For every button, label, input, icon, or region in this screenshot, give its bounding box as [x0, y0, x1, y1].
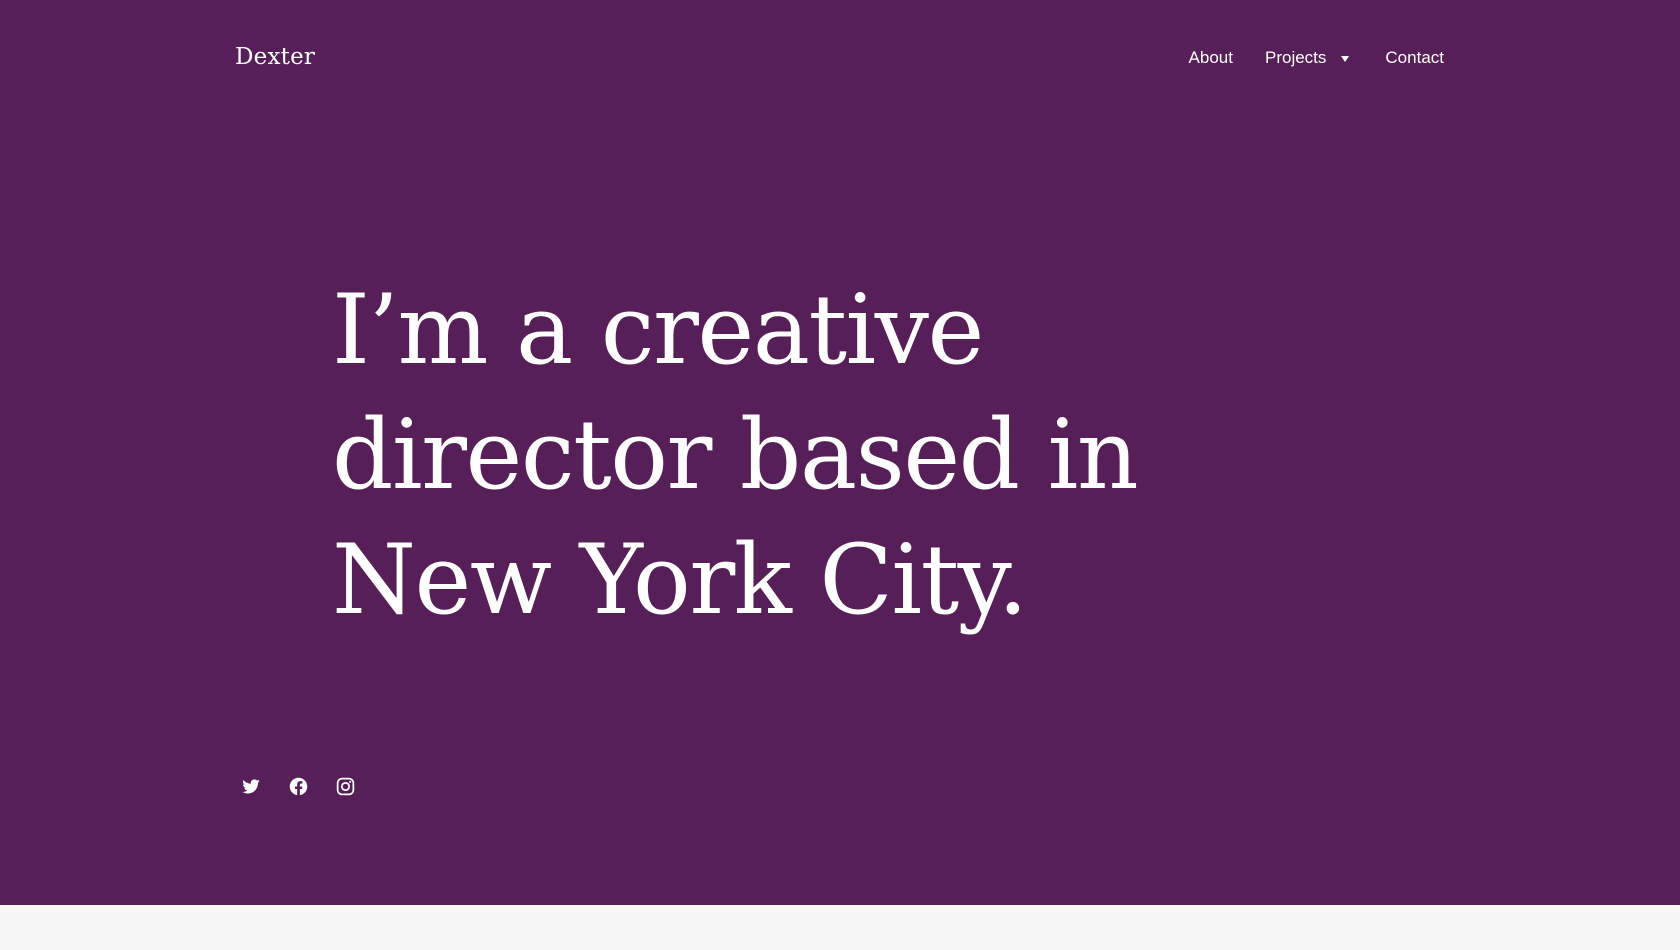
hero-headline: I’m a creative director based in New Yor… — [332, 268, 1232, 643]
nav-projects-label[interactable]: Projects — [1265, 48, 1326, 68]
headline-line: New York City. — [332, 524, 1028, 636]
social-links — [240, 775, 381, 797]
facebook-link[interactable] — [287, 775, 309, 797]
chevron-down-icon[interactable] — [1341, 55, 1350, 62]
instagram-icon — [336, 777, 354, 795]
instagram-link[interactable] — [334, 775, 356, 797]
facebook-icon — [289, 777, 307, 795]
primary-navigation: About Projects Contact — [1189, 48, 1444, 68]
twitter-icon — [242, 779, 260, 794]
hero-section: Dexter About Projects Contact I’m a crea… — [0, 0, 1680, 905]
twitter-link[interactable] — [240, 775, 262, 797]
nav-contact[interactable]: Contact — [1385, 48, 1444, 68]
headline-line: director based in — [332, 399, 1139, 511]
site-title[interactable]: Dexter — [235, 44, 315, 70]
nav-about[interactable]: About — [1189, 48, 1233, 68]
nav-projects[interactable]: Projects — [1265, 48, 1350, 68]
headline-line: I’m a creative — [332, 274, 984, 386]
